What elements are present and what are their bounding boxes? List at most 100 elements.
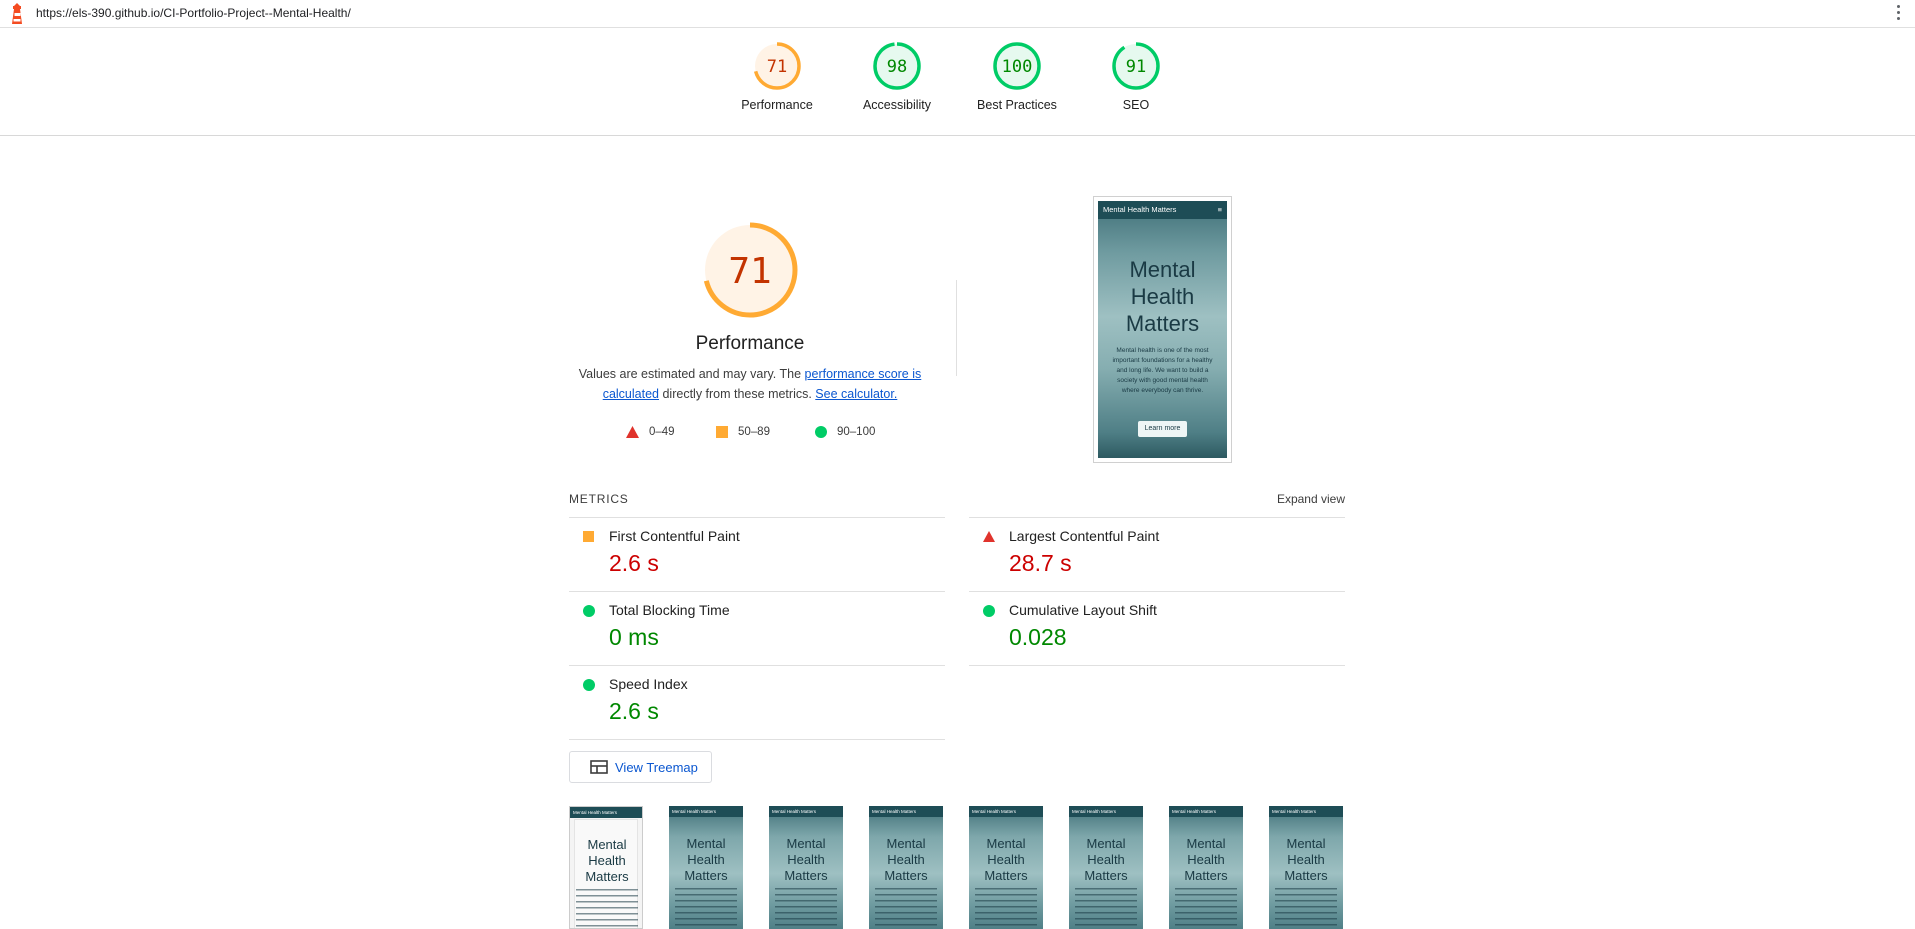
gauge-label: Best Practices [977, 98, 1057, 112]
frame-hero: Mental Health Matters [984, 836, 1028, 883]
legend-pass: 90–100 [815, 424, 875, 440]
gauge-score: 100 [1002, 57, 1033, 77]
screenshot-button: Learn more [1138, 421, 1187, 437]
performance-score: 71 [728, 251, 771, 292]
gauge-score: 91 [1126, 57, 1146, 77]
frame-hero: Mental Health Matters [684, 836, 728, 883]
category-summary: 71 Performance 98 Accessibility 100 Best… [0, 28, 1915, 136]
legend-average: 50–89 [716, 424, 770, 440]
frame-nav: Mental Health Matters [769, 806, 843, 817]
pass-circle-icon [583, 605, 595, 617]
frame-nav: Mental Health Matters [1269, 806, 1343, 817]
gauge-best-practices[interactable]: 100 Best Practices [962, 41, 1072, 112]
seo-gauge-icon: 91 [1112, 42, 1160, 90]
best-practices-gauge-icon: 100 [993, 42, 1041, 90]
legend-average-label: 50–89 [738, 426, 770, 438]
gauge-performance[interactable]: 71 Performance [722, 41, 832, 112]
metric-first-contentful-paint: First Contentful Paint 2.6 s [569, 517, 945, 591]
metric-name: Largest Contentful Paint [1009, 528, 1160, 544]
performance-big-gauge-icon: 71 [702, 222, 798, 318]
pass-circle-icon [583, 679, 595, 691]
metric-value: 2.6 s [609, 550, 659, 576]
gauge-seo[interactable]: 91 SEO [1081, 41, 1191, 112]
treemap-icon [590, 760, 608, 774]
frame-nav: Mental Health Matters [570, 807, 642, 818]
see-calculator-link[interactable]: See calculator. [815, 387, 897, 401]
gauge-accessibility[interactable]: 98 Accessibility [842, 41, 952, 112]
filmstrip-frame: Mental Health Matters Mental Health Matte… [1169, 806, 1243, 929]
legend-pass-label: 90–100 [837, 426, 876, 438]
frame-hero: Mental Health Matters [1184, 836, 1228, 883]
frame-hero: Mental Health Matters [1284, 836, 1328, 883]
screenshot-nav-title: Mental Health Matters [1103, 205, 1177, 214]
frame-text-lines [1075, 888, 1137, 928]
screenshot-nav: Mental Health Matters ≡ [1098, 201, 1227, 219]
performance-title: Performance [695, 333, 805, 354]
frame-nav: Mental Health Matters [1069, 806, 1143, 817]
gauge-score: 71 [767, 57, 787, 77]
screenshot-page: Mental Health Matters ≡ Mental Health Ma… [1098, 201, 1227, 458]
page-url[interactable]: https://els-390.github.io/CI-Portfolio-P… [36, 6, 351, 20]
filmstrip-frame: Mental Health Matters Mental Health Matte… [969, 806, 1043, 929]
metric-speed-index: Speed Index 2.6 s [569, 665, 945, 739]
gauge-label: Performance [741, 98, 813, 112]
legend-fail-label: 0–49 [649, 426, 675, 438]
frame-text-lines [675, 888, 737, 928]
screenshot-hero: Mental Health Matters [1125, 257, 1200, 336]
filmstrip-frame: Mental Health Matters Mental Health Matte… [869, 806, 943, 929]
screenshot-text: Mental health is one of the most importa… [1112, 347, 1213, 394]
metric-name: First Contentful Paint [609, 528, 740, 544]
metric-total-blocking-time: Total Blocking Time 0 ms [569, 591, 945, 665]
legend-fail: 0–49 [626, 424, 675, 440]
final-screenshot[interactable]: Mental Health Matters ≡ Mental Health Ma… [1093, 196, 1232, 463]
divider [969, 665, 1345, 666]
metric-value: 28.7 s [1009, 550, 1072, 576]
metric-largest-contentful-paint: Largest Contentful Paint 28.7 s [969, 517, 1345, 591]
address-bar: https://els-390.github.io/CI-Portfolio-P… [0, 0, 1915, 28]
frame-text-lines [875, 888, 937, 928]
frame-hero: Mental Health Matters [1084, 836, 1128, 883]
divider [569, 739, 945, 740]
filmstrip-frame: Mental Health Matters Mental Health Matte… [769, 806, 843, 929]
average-square-icon [583, 531, 594, 542]
filmstrip-frame: Mental Health Matters Mental Health Matte… [669, 806, 743, 929]
frame-text-lines [975, 888, 1037, 928]
view-treemap-label: View Treemap [615, 759, 698, 775]
metric-value: 0 ms [609, 624, 659, 650]
performance-gauge-icon: 71 [753, 42, 801, 90]
more-options-icon[interactable] [1895, 5, 1901, 23]
metric-name: Cumulative Layout Shift [1009, 602, 1157, 618]
metric-value: 0.028 [1009, 624, 1067, 650]
frame-text-lines [576, 889, 638, 928]
metric-value: 2.6 s [609, 698, 659, 724]
metric-name: Speed Index [609, 676, 688, 692]
frame-text-lines [1175, 888, 1237, 928]
frame-text-lines [775, 888, 837, 928]
metrics-header: METRICS [569, 492, 629, 506]
lighthouse-icon [12, 3, 22, 24]
gauge-label: SEO [1122, 98, 1150, 112]
desc-middle: directly from these metrics. [659, 387, 816, 401]
frame-hero: Mental Health Matters [784, 836, 828, 883]
fail-triangle-icon [983, 531, 995, 542]
frame-nav: Mental Health Matters [669, 806, 743, 817]
fail-triangle-icon [626, 426, 639, 438]
divider [956, 280, 957, 376]
average-square-icon [716, 426, 728, 438]
filmstrip-frame: Mental Health Matters Mental Health Matte… [569, 806, 643, 929]
filmstrip-frame: Mental Health Matters Mental Health Matte… [1069, 806, 1143, 929]
performance-description: Values are estimated and may vary. The p… [575, 364, 925, 404]
view-treemap-button[interactable]: View Treemap [569, 751, 712, 783]
frame-nav: Mental Health Matters [1169, 806, 1243, 817]
metric-name: Total Blocking Time [609, 602, 730, 618]
frame-hero: Mental Health Matters [884, 836, 928, 883]
desc-prefix: Values are estimated and may vary. The [578, 367, 805, 381]
pass-circle-icon [815, 426, 827, 438]
frame-text-lines [1275, 888, 1337, 928]
accessibility-gauge-icon: 98 [873, 42, 921, 90]
frame-nav: Mental Health Matters [869, 806, 943, 817]
pass-circle-icon [983, 605, 995, 617]
filmstrip-frame: Mental Health Matters Mental Health Matte… [1269, 806, 1343, 929]
performance-score-gauge: 71 [680, 220, 820, 325]
expand-view-button[interactable]: Expand view [1200, 492, 1345, 506]
